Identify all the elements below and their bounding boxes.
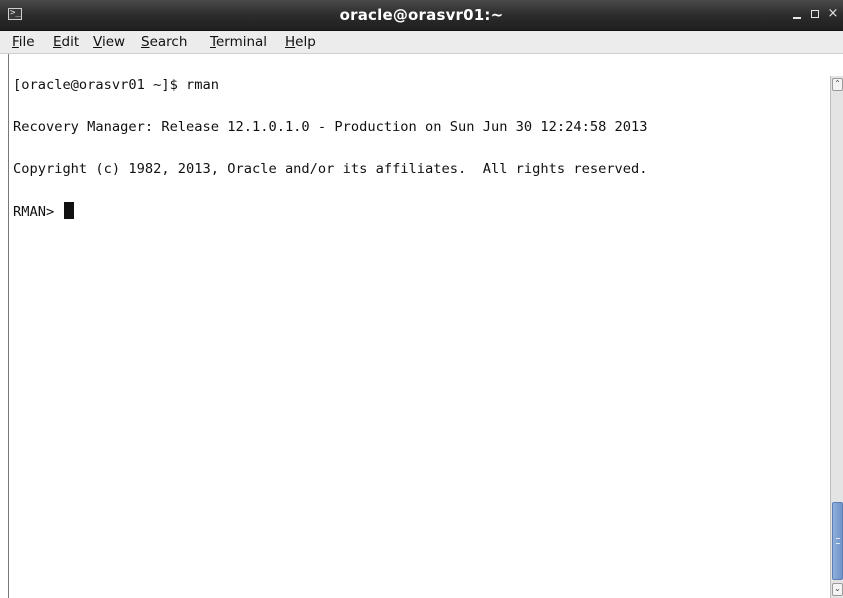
scroll-down-button[interactable]: ⌄ (832, 583, 843, 596)
close-button[interactable]: × (825, 6, 841, 22)
menu-terminal-label: erminal (215, 34, 268, 50)
minimize-button[interactable] (789, 6, 805, 22)
title-bar[interactable]: >_ oracle@orasvr01:~ × (0, 0, 843, 31)
terminal-prompt-line: RMAN> (13, 202, 75, 220)
menu-edit-accel: E (53, 34, 62, 50)
scroll-up-button[interactable]: ⌃ (832, 78, 843, 91)
scroll-thumb[interactable] (832, 502, 843, 580)
menu-help-label: elp (295, 34, 316, 50)
menu-file-label: ile (18, 34, 35, 50)
grip-icon (836, 538, 840, 544)
menu-bar: File Edit View Search Terminal Help (0, 31, 843, 54)
terminal-output[interactable]: [oracle@orasvr01 ~]$ rman Recovery Manag… (8, 54, 830, 598)
menu-edit[interactable]: Edit (51, 31, 81, 53)
terminal-line: Recovery Manager: Release 12.1.0.1.0 - P… (13, 119, 648, 135)
menu-file-accel: F (12, 34, 19, 50)
menu-terminal[interactable]: Terminal (208, 31, 269, 53)
rman-prompt: RMAN> (13, 204, 63, 220)
window-title: oracle@orasvr01:~ (339, 6, 504, 24)
chevron-down-icon: ⌄ (834, 584, 841, 593)
menu-search-accel: S (141, 34, 150, 50)
minimize-icon (793, 17, 801, 19)
menu-help[interactable]: Help (283, 31, 318, 53)
text-cursor (64, 202, 75, 219)
menu-file[interactable]: File (10, 31, 37, 53)
menu-search[interactable]: Search (139, 31, 189, 53)
terminal-line: Copyright (c) 1982, 2013, Oracle and/or … (13, 161, 648, 177)
close-icon: × (827, 6, 839, 21)
maximize-icon (811, 10, 819, 18)
terminal-text: [oracle@orasvr01 ~]$ rman Recovery Manag… (13, 76, 648, 220)
menu-help-accel: H (285, 34, 296, 50)
chevron-up-icon: ⌃ (834, 79, 841, 88)
terminal-line: [oracle@orasvr01 ~]$ rman (13, 77, 220, 93)
menu-search-label: earch (149, 34, 188, 50)
terminal-window: >_ oracle@orasvr01:~ × File Edit View Se… (0, 0, 843, 598)
menu-view[interactable]: View (91, 31, 127, 53)
menu-view-label: iew (101, 34, 126, 50)
maximize-button[interactable] (807, 6, 823, 22)
menu-view-accel: V (93, 34, 102, 50)
menu-edit-label: dit (61, 34, 80, 50)
